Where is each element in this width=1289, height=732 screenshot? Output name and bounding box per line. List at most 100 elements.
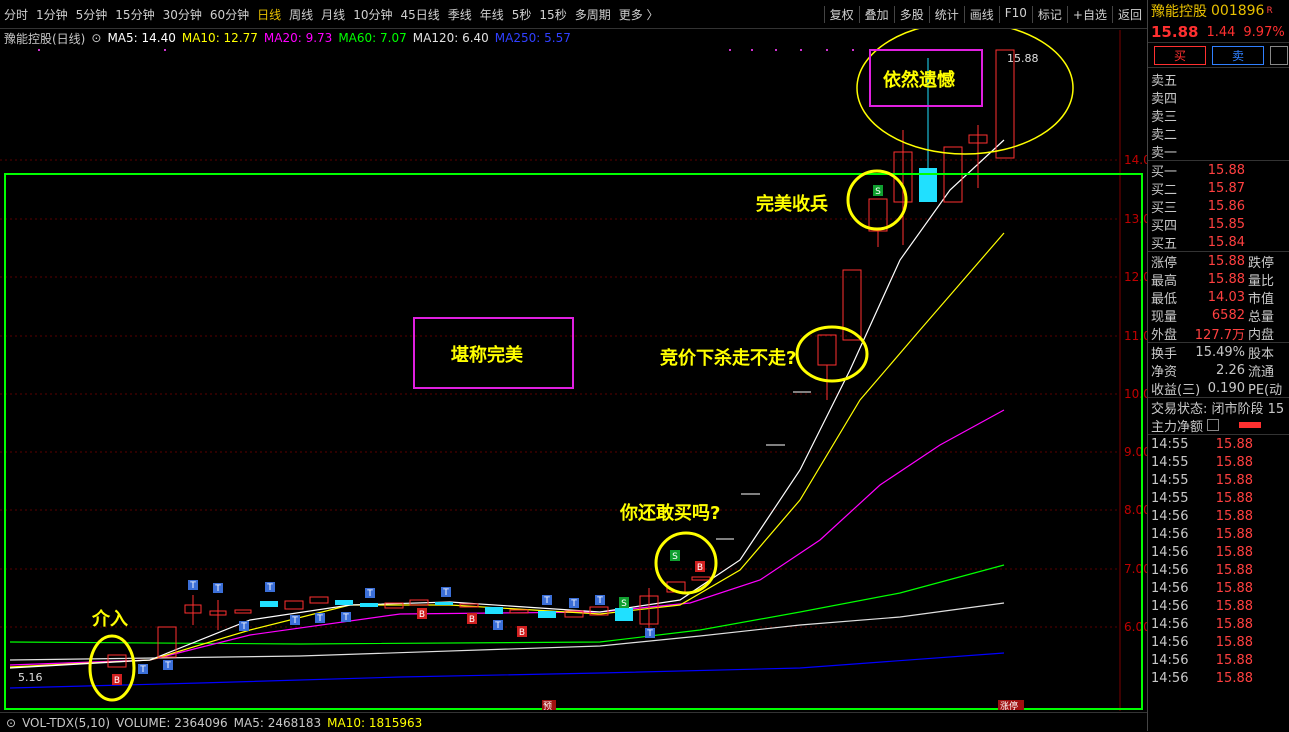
stat-value: 2.26 — [1216, 362, 1245, 378]
annotation-close-perfect: 完美收兵 — [756, 194, 828, 215]
buy-level: 买二 — [1151, 182, 1178, 198]
svg-text:T: T — [596, 596, 603, 606]
tick-price: 15.88 — [1215, 544, 1253, 560]
t-marker: T — [341, 612, 351, 623]
ma20-legend: MA20: 9.73 — [263, 31, 333, 45]
trade-state: 交易状态: 闭市阶段 15 — [1151, 401, 1285, 417]
t-marker: T — [163, 660, 173, 671]
period-tab-active[interactable]: 日线 — [257, 6, 281, 23]
tag-a: 预 — [543, 701, 552, 712]
toolbar-button[interactable]: F10 — [998, 6, 1032, 23]
toolbar-button[interactable]: 统计 — [928, 6, 964, 23]
circle-close — [846, 169, 908, 231]
period-tab[interactable]: 10分钟 — [353, 6, 392, 23]
t-marker: T — [493, 620, 503, 631]
ma60-legend: MA60: 7.07 — [338, 31, 407, 45]
axis-label: 8.00 — [1124, 503, 1147, 517]
stat-extra: 流通 — [1248, 364, 1275, 380]
ma5-legend: MA5: 14.40 — [107, 31, 176, 45]
stat-value: 15.88 — [1207, 253, 1245, 269]
sell-level: 卖一 — [1151, 145, 1178, 161]
tick-price: 15.88 — [1215, 472, 1253, 488]
more-button[interactable] — [1270, 45, 1288, 65]
toolbar-button[interactable]: 标记 — [1031, 6, 1067, 23]
stat-extra: 量比 — [1248, 273, 1275, 289]
sell-button[interactable]: 卖 — [1212, 45, 1264, 65]
stat-label: 最低 — [1151, 291, 1178, 307]
axis-label: 10.00 — [1124, 387, 1147, 401]
period-tab[interactable]: 月线 — [321, 6, 345, 23]
period-tab[interactable]: 5分钟 — [76, 6, 108, 23]
chevron-down-icon[interactable]: ⊙ — [6, 716, 16, 730]
tick-time: 14:56 — [1151, 508, 1189, 524]
period-tab[interactable]: 周线 — [289, 6, 313, 23]
t-marker: T — [569, 598, 579, 609]
tick-price: 15.88 — [1215, 562, 1253, 578]
b-marker: B — [417, 608, 427, 620]
period-tab[interactable]: 45日线 — [400, 6, 439, 23]
period-tab[interactable]: 更多 〉 — [619, 6, 659, 23]
period-tab[interactable]: 15分钟 — [115, 6, 154, 23]
tick-price: 15.88 — [1215, 670, 1253, 686]
tick-time: 14:55 — [1151, 472, 1189, 488]
tick-price: 15.88 — [1215, 616, 1253, 632]
b-marker: B — [517, 626, 527, 638]
toolbar-button[interactable]: 叠加 — [858, 6, 894, 23]
svg-text:T: T — [291, 616, 298, 626]
toolbar-button[interactable]: 多股 — [893, 6, 929, 23]
t-marker: T — [213, 583, 223, 594]
toolbar-button[interactable]: +自选 — [1066, 6, 1112, 23]
svg-text:T: T — [442, 588, 449, 598]
tick-time: 14:56 — [1151, 634, 1189, 650]
menu-icon[interactable] — [1207, 419, 1220, 431]
t-marker: T — [542, 595, 552, 606]
axis-label: 7.00 — [1124, 562, 1147, 576]
flow-bar — [1239, 422, 1262, 428]
period-tab[interactable]: 分时 — [4, 6, 28, 23]
svg-text:T: T — [266, 583, 273, 593]
axis-label: 14.00 — [1124, 153, 1147, 167]
stat-label: 收益(三) — [1151, 382, 1201, 398]
last-price: 15.88 — [1151, 23, 1199, 41]
b-marker: B — [112, 674, 122, 686]
period-tab[interactable]: 年线 — [480, 6, 504, 23]
toolbar-button[interactable]: 复权 — [823, 6, 859, 23]
low-label: 5.16 — [18, 671, 43, 684]
period-tab[interactable]: 30分钟 — [163, 6, 202, 23]
period-tab[interactable]: 60分钟 — [210, 6, 249, 23]
toolbar-button[interactable]: 返回 — [1111, 6, 1147, 23]
price-change-pct: 9.97% — [1243, 24, 1285, 40]
svg-text:B: B — [697, 563, 703, 573]
tick-price: 15.88 — [1215, 526, 1253, 542]
period-tab[interactable]: 季线 — [448, 6, 472, 23]
chevron-down-icon[interactable]: ⊙ — [91, 31, 101, 45]
t-marker: T — [315, 613, 325, 624]
r-badge: R — [1266, 6, 1273, 16]
t-marker: T — [239, 621, 249, 632]
svg-text:T: T — [240, 622, 247, 632]
annotation-auction: 竞价下杀走不走? — [660, 348, 797, 369]
t-marker: T — [138, 664, 148, 675]
ma120-line — [9, 602, 1005, 661]
tick-price: 15.88 — [1215, 454, 1253, 470]
sell-level: 卖四 — [1151, 91, 1178, 107]
annotation-regret: 依然遗憾 — [883, 70, 955, 91]
axis-label: 11.00 — [1124, 329, 1147, 343]
tick-price: 15.88 — [1215, 508, 1253, 524]
annotation-buy-in: 介入 — [92, 609, 128, 630]
tick-time: 14:56 — [1151, 562, 1189, 578]
b-marker: B — [467, 613, 477, 625]
axis-label: 13.00 — [1124, 212, 1147, 226]
period-tab[interactable]: 15秒 — [539, 6, 566, 23]
svg-text:B: B — [114, 676, 120, 686]
period-tab[interactable]: 5秒 — [512, 6, 532, 23]
svg-text:T: T — [646, 629, 653, 639]
buy-button[interactable]: 买 — [1154, 45, 1206, 65]
period-tab[interactable]: 1分钟 — [36, 6, 68, 23]
period-tab[interactable]: 多周期 — [575, 6, 611, 23]
stat-extra: 总量 — [1248, 309, 1275, 325]
tick-time: 14:56 — [1151, 652, 1189, 668]
toolbar-button[interactable]: 画线 — [963, 6, 999, 23]
stat-extra: 内盘 — [1248, 327, 1275, 343]
buy-price: 15.84 — [1207, 234, 1245, 250]
